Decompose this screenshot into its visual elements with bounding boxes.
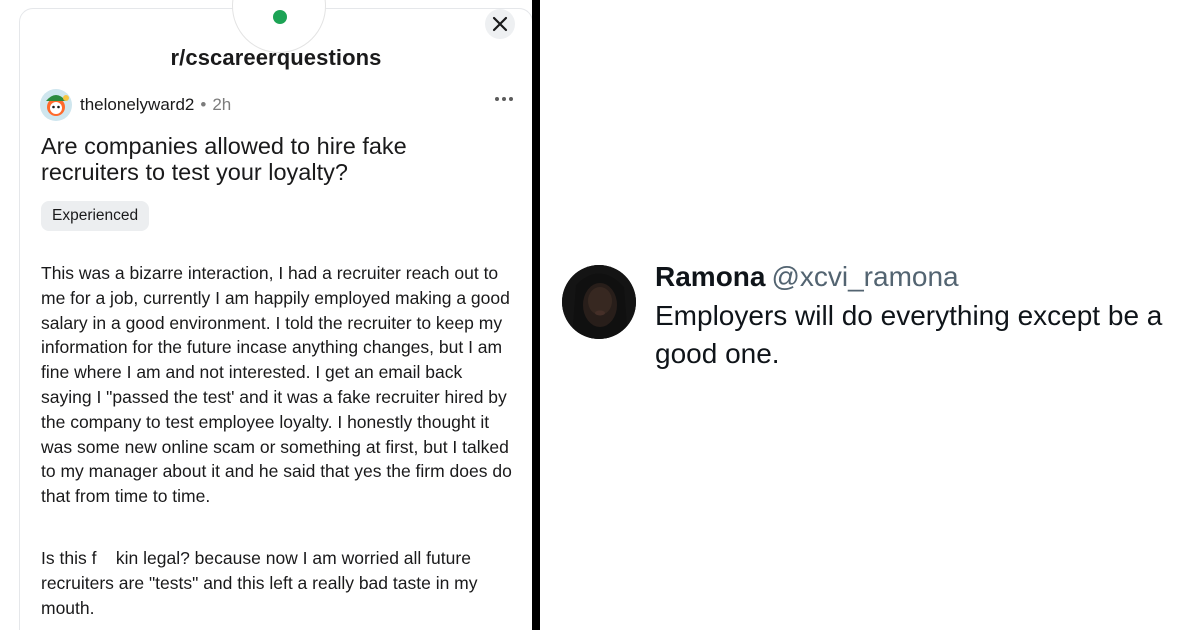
tweet-screenshot: Ramona @xcvi_ramona Employers will do eve…	[540, 0, 1200, 630]
user-avatar[interactable]	[40, 89, 72, 121]
online-status-dot	[273, 10, 287, 24]
close-button[interactable]	[485, 9, 515, 39]
profile-photo-icon	[562, 265, 636, 339]
more-options-button[interactable]	[490, 89, 518, 109]
tweet-avatar[interactable]	[562, 265, 636, 339]
reddit-post-screenshot: r/cscareerquestions thelonelyward2 • 2h	[0, 0, 532, 630]
tweet-header: Ramona @xcvi_ramona	[655, 259, 959, 295]
post-time: 2h	[212, 95, 232, 114]
user-handle[interactable]: @xcvi_ramona	[771, 261, 958, 292]
user-avatar-icon	[40, 89, 72, 121]
close-icon	[492, 16, 508, 32]
post-meta: thelonelyward2 • 2h	[40, 89, 231, 121]
display-name[interactable]: Ramona	[655, 261, 765, 292]
subreddit-name[interactable]: r/cscareerquestions	[20, 45, 532, 71]
username[interactable]: thelonelyward2	[80, 95, 194, 115]
post-body-paragraph-2: Is this f kin legal? because now I am wo…	[41, 548, 483, 618]
tweet-text: Employers will do everything except be a…	[655, 300, 1163, 369]
post-title[interactable]: Are companies allowed to hire fake recru…	[41, 133, 501, 185]
post-flair[interactable]: Experienced	[41, 201, 150, 231]
meta-separator: •	[200, 95, 207, 114]
more-options-icon	[495, 97, 513, 101]
panel-divider	[532, 0, 540, 630]
post-body-paragraph-1: This was a bizarre interaction, I had a …	[41, 263, 512, 507]
post-card: r/cscareerquestions thelonelyward2 • 2h	[19, 0, 532, 630]
